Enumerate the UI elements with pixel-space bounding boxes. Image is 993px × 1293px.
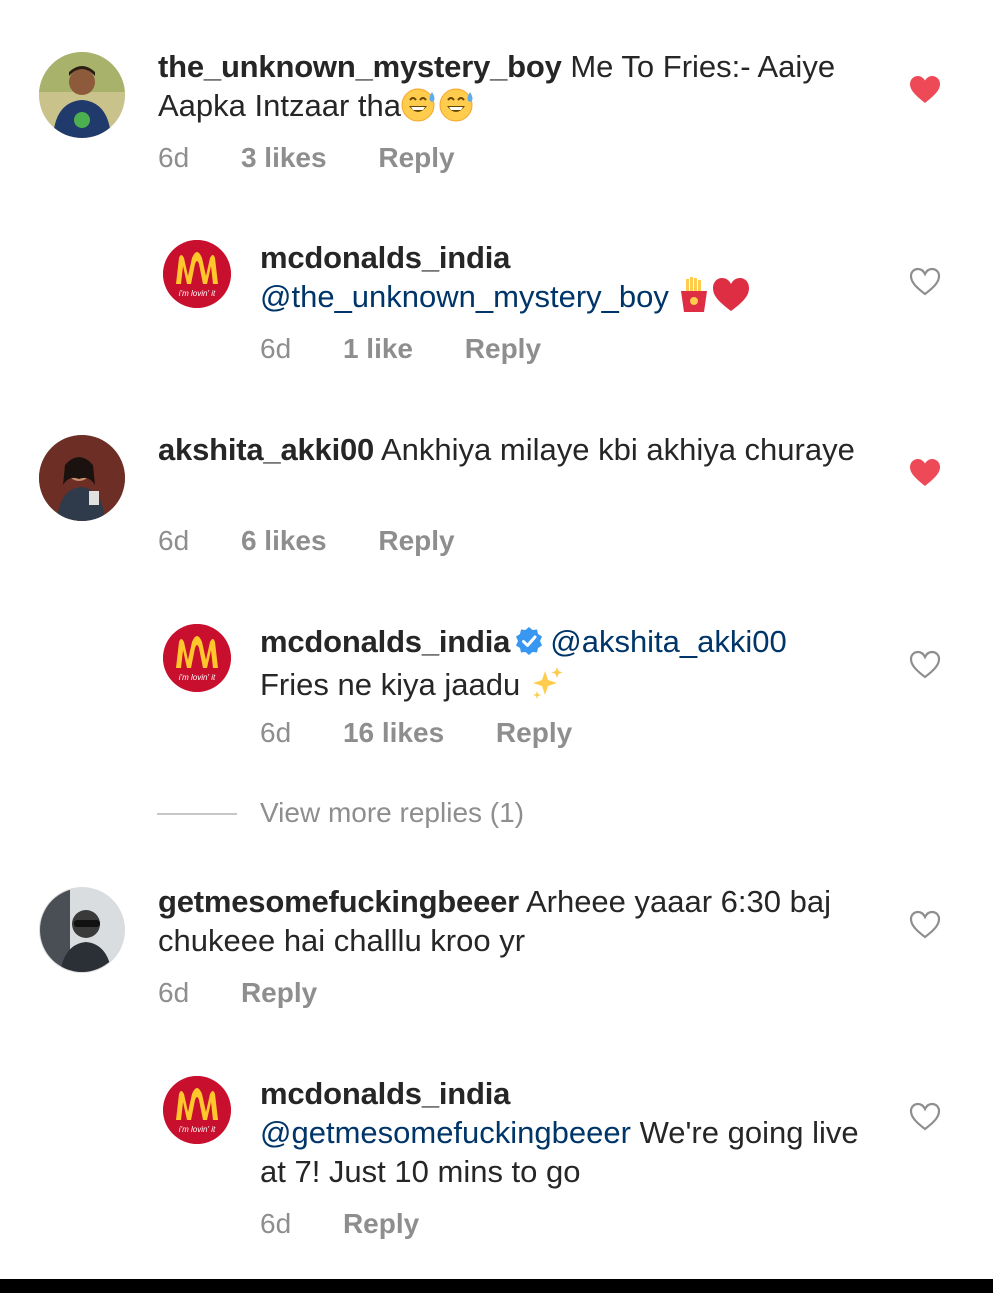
comment-body: getmesomefuckingbeeer Arheee yaaar 6:30 … [158, 882, 888, 960]
comment-meta: 6d Reply [158, 977, 361, 1009]
likes-count[interactable]: 3 likes [241, 142, 327, 174]
comment-time: 6d [158, 142, 190, 173]
comment-meta: 6d 6 likes Reply [158, 525, 499, 557]
reply-time: 6d [260, 1208, 292, 1239]
reply-button[interactable]: Reply [465, 333, 541, 365]
reply-meta: 6d Reply [260, 1208, 463, 1240]
avatar[interactable] [39, 435, 125, 521]
comment-username[interactable]: the_unknown_mystery_boy [158, 49, 562, 84]
avatar[interactable] [39, 887, 125, 973]
mcdonalds-logo-avatar[interactable]: i'm lovin' it [163, 1076, 231, 1144]
reply-body: mcdonalds_india @getmesomefuckingbeeer W… [260, 1074, 880, 1191]
comments-page: the_unknown_mystery_boy Me To Fries:- Aa… [0, 0, 993, 1293]
user-photo-icon [40, 888, 124, 972]
likes-count[interactable]: 1 like [343, 333, 413, 365]
mcdonalds-logo-avatar[interactable]: i'm lovin' it [163, 624, 231, 692]
comment-text: Ankhiya milaye kbi akhiya churaye [381, 432, 855, 467]
reply-time: 6d [260, 717, 292, 748]
reply-body: mcdonalds_india @akshita_akki00 Fries ne … [260, 622, 880, 710]
mention-link[interactable]: @the_unknown_mystery_boy [260, 279, 669, 314]
user-photo-icon [39, 435, 125, 521]
red-heart-emoji-icon [711, 277, 751, 322]
mention-link[interactable]: @getmesomefuckingbeeer [260, 1115, 631, 1150]
comment-time: 6d [158, 977, 190, 1008]
mcdonalds-logo-avatar[interactable]: i'm lovin' it [163, 240, 231, 308]
comment-body: the_unknown_mystery_boy Me To Fries:- Aa… [158, 47, 878, 131]
heart-outline-icon[interactable] [909, 1102, 941, 1132]
reply-username[interactable]: mcdonalds_india [260, 238, 880, 277]
mcdonalds-logo-icon: i'm lovin' it [163, 624, 231, 692]
comment-username[interactable]: getmesomefuckingbeeer [158, 884, 519, 919]
view-more-replies-button[interactable]: View more replies (1) [260, 797, 524, 829]
view-more-divider [157, 813, 237, 815]
user-photo-icon [39, 52, 125, 138]
reply-text: Fries ne kiya jaadu [260, 667, 521, 702]
svg-text:i'm lovin' it: i'm lovin' it [179, 289, 216, 298]
grinning-sweat-emoji-icon [439, 88, 477, 131]
mcdonalds-logo-icon: i'm lovin' it [163, 240, 231, 308]
grinning-sweat-emoji-icon [401, 88, 439, 131]
mcdonalds-logo-icon: i'm lovin' it [163, 1076, 231, 1144]
heart-outline-icon[interactable] [909, 910, 941, 940]
reply-username[interactable]: mcdonalds_india [260, 1074, 880, 1113]
likes-count[interactable]: 16 likes [343, 717, 444, 749]
verified-badge-icon [514, 626, 544, 665]
heart-outline-icon[interactable] [909, 267, 941, 297]
comment-time: 6d [158, 525, 190, 556]
liked-heart-icon[interactable] [909, 458, 941, 488]
reply-meta: 6d 1 like Reply [260, 333, 585, 365]
comment-username[interactable]: akshita_akki00 [158, 432, 374, 467]
comment-meta: 6d 3 likes Reply [158, 142, 499, 174]
mention-link[interactable]: @akshita_akki00 [550, 624, 787, 659]
reply-button[interactable]: Reply [378, 525, 454, 557]
reply-body: mcdonalds_india @the_unknown_mystery_boy [260, 238, 880, 322]
likes-count[interactable]: 6 likes [241, 525, 327, 557]
reply-meta: 6d 16 likes Reply [260, 717, 616, 749]
reply-button[interactable]: Reply [241, 977, 317, 1009]
liked-heart-icon[interactable] [909, 75, 941, 105]
reply-username[interactable]: mcdonalds_india [260, 624, 510, 659]
avatar[interactable] [39, 52, 125, 138]
reply-button[interactable]: Reply [378, 142, 454, 174]
sparkles-emoji-icon [529, 665, 565, 710]
system-navigation-bar [0, 1279, 993, 1293]
reply-time: 6d [260, 333, 292, 364]
heart-outline-icon[interactable] [909, 650, 941, 680]
svg-text:i'm lovin' it: i'm lovin' it [179, 1125, 216, 1134]
comment-body: akshita_akki00 Ankhiya milaye kbi akhiya… [158, 430, 878, 469]
reply-button[interactable]: Reply [496, 717, 572, 749]
reply-button[interactable]: Reply [343, 1208, 419, 1240]
svg-text:i'm lovin' it: i'm lovin' it [179, 673, 216, 682]
fries-emoji-icon [677, 277, 711, 322]
